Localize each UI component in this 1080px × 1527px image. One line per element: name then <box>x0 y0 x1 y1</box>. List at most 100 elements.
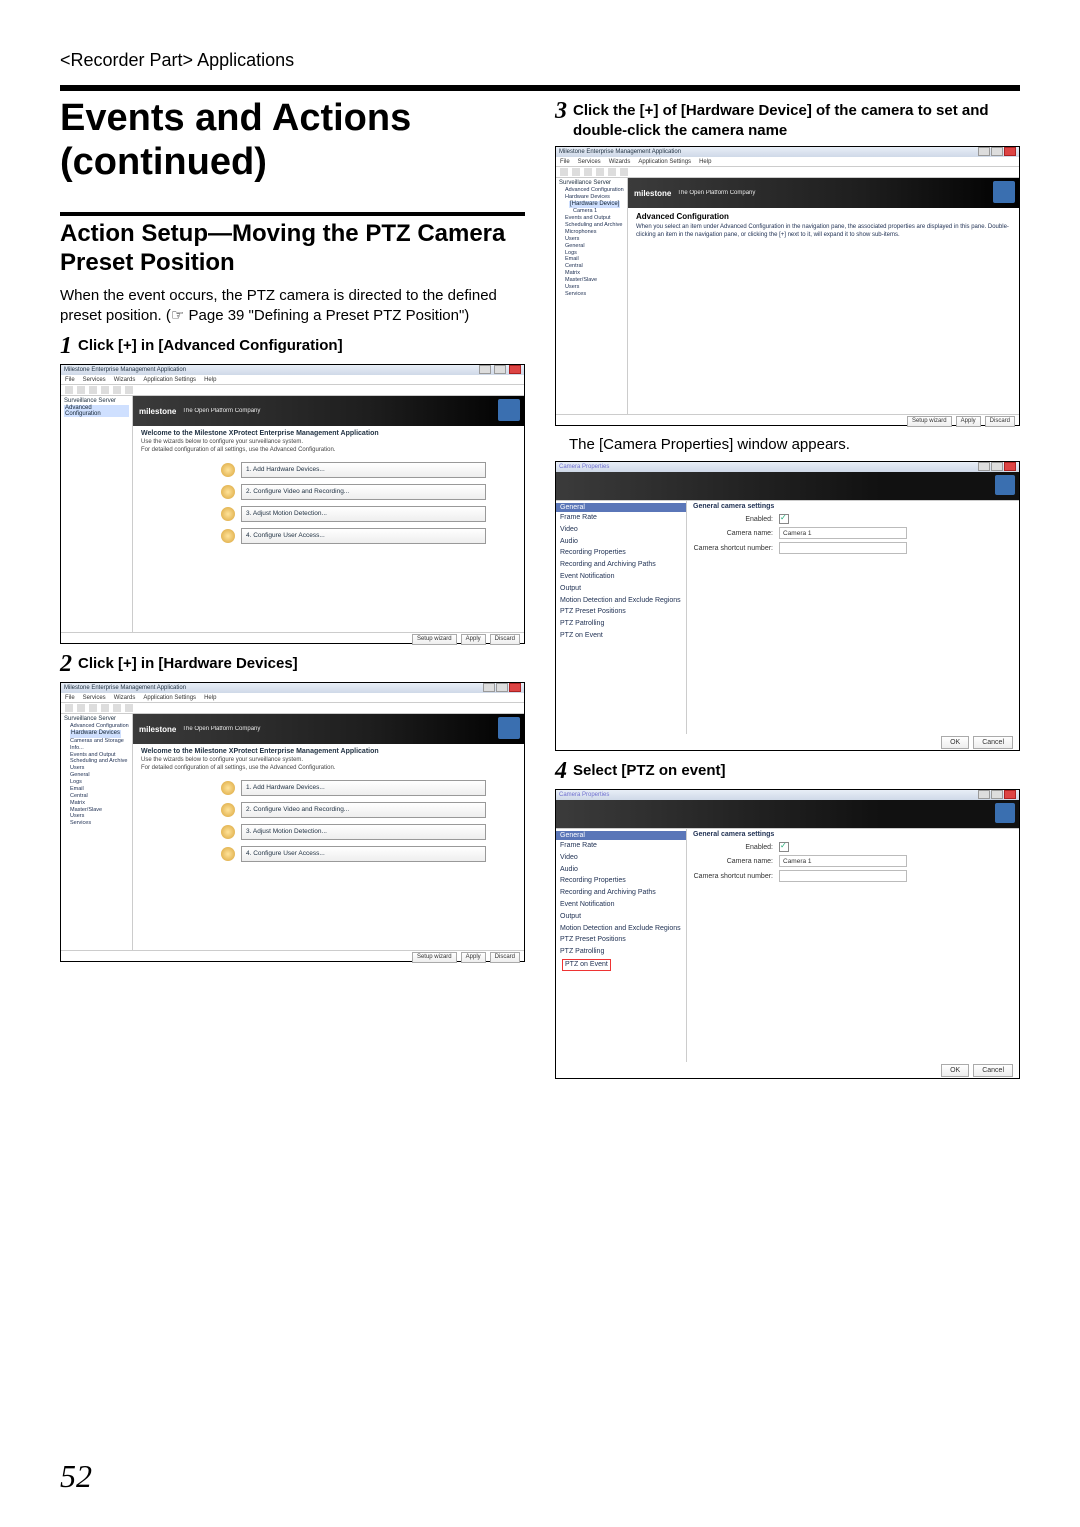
menu-services[interactable]: Services <box>83 695 106 701</box>
user-access-button[interactable]: 4. Configure User Access... <box>241 846 486 862</box>
nav-item[interactable]: Recording and Archiving Paths <box>556 887 686 899</box>
tree-item[interactable]: Events and Output <box>70 752 129 759</box>
camera-name-input[interactable]: Camera 1 <box>779 527 907 539</box>
tree-item[interactable]: Users <box>70 813 129 820</box>
close-icon[interactable] <box>509 365 521 374</box>
toolbar-icon[interactable] <box>113 704 121 712</box>
nav-item[interactable]: Event Notification <box>556 899 686 911</box>
nav-item[interactable]: Frame Rate <box>556 840 686 852</box>
toolbar-icon[interactable] <box>65 386 73 394</box>
minimize-icon[interactable] <box>978 790 990 799</box>
maximize-icon[interactable] <box>496 683 508 692</box>
close-icon[interactable] <box>1004 790 1016 799</box>
add-hardware-button[interactable]: 1. Add Hardware Devices... <box>241 462 486 478</box>
tree-item[interactable]: General <box>565 243 624 250</box>
tree-item[interactable]: Email <box>565 256 624 263</box>
menu-appsettings[interactable]: Application Settings <box>638 159 691 165</box>
config-video-button[interactable]: 2. Configure Video and Recording... <box>241 484 486 500</box>
toolbar-icon[interactable] <box>89 386 97 394</box>
tree-root[interactable]: Surveillance Server <box>64 716 129 722</box>
shortcut-input[interactable] <box>779 870 907 882</box>
toolbar-icon[interactable] <box>77 386 85 394</box>
menu-appsettings[interactable]: Application Settings <box>143 377 196 383</box>
tree-item[interactable]: Master/Slave <box>70 807 129 814</box>
tree-item[interactable]: Events and Output <box>565 215 624 222</box>
menu-help[interactable]: Help <box>699 159 711 165</box>
nav-item-ptz-on-event[interactable]: PTZ on Event <box>556 630 686 642</box>
tree-item[interactable]: Users <box>565 236 624 243</box>
discard-button[interactable]: Discard <box>490 634 520 645</box>
menu-wizards[interactable]: Wizards <box>114 695 136 701</box>
toolbar-icon[interactable] <box>620 168 628 176</box>
tree-item-advanced-config[interactable]: Advanced Configuration <box>64 405 129 417</box>
apply-button[interactable]: Apply <box>956 416 981 427</box>
nav-item[interactable]: Motion Detection and Exclude Regions <box>556 595 686 607</box>
minimize-icon[interactable] <box>483 683 495 692</box>
add-hardware-button[interactable]: 1. Add Hardware Devices... <box>241 780 486 796</box>
tree-item[interactable]: Users <box>70 765 129 772</box>
tree-item[interactable]: Microphones <box>565 229 624 236</box>
ok-button[interactable]: OK <box>941 736 969 749</box>
tree-item-advanced-config[interactable]: Advanced Configuration <box>565 187 624 194</box>
nav-item-general[interactable]: General <box>556 831 686 840</box>
nav-item[interactable]: Frame Rate <box>556 512 686 524</box>
nav-item[interactable]: Recording Properties <box>556 547 686 559</box>
menu-wizards[interactable]: Wizards <box>609 159 631 165</box>
toolbar-icon[interactable] <box>101 386 109 394</box>
nav-item[interactable]: Audio <box>556 536 686 548</box>
minimize-icon[interactable] <box>978 462 990 471</box>
menu-appsettings[interactable]: Application Settings <box>143 695 196 701</box>
tree-item-hardware-devices[interactable]: Hardware Devices <box>70 730 121 738</box>
enabled-checkbox[interactable] <box>779 842 789 852</box>
tree-item[interactable]: Central <box>565 263 624 270</box>
nav-tree[interactable]: Surveillance Server Advanced Configurati… <box>61 396 133 632</box>
maximize-icon[interactable] <box>991 790 1003 799</box>
nav-item-general[interactable]: General <box>556 503 686 512</box>
maximize-icon[interactable] <box>991 462 1003 471</box>
tree-item[interactable]: Matrix <box>70 800 129 807</box>
tree-item[interactable]: Logs <box>70 779 129 786</box>
close-icon[interactable] <box>1004 462 1016 471</box>
toolbar-icon[interactable] <box>125 386 133 394</box>
tree-item-hardware-devices[interactable]: Hardware Devices <box>565 194 624 201</box>
nav-item[interactable]: Output <box>556 583 686 595</box>
tree-item[interactable]: Email <box>70 786 129 793</box>
config-video-button[interactable]: 2. Configure Video and Recording... <box>241 802 486 818</box>
tree-item-camera[interactable]: Camera 1 <box>573 208 624 215</box>
toolbar-icon[interactable] <box>77 704 85 712</box>
tree-item[interactable]: Central <box>70 793 129 800</box>
menu-services[interactable]: Services <box>578 159 601 165</box>
toolbar-icon[interactable] <box>572 168 580 176</box>
tree-item[interactable]: Matrix <box>565 270 624 277</box>
nav-item[interactable]: Recording and Archiving Paths <box>556 559 686 571</box>
minimize-icon[interactable] <box>978 147 990 156</box>
nav-tree[interactable]: Surveillance Server Advanced Configurati… <box>556 178 628 414</box>
enabled-checkbox[interactable] <box>779 514 789 524</box>
shortcut-input[interactable] <box>779 542 907 554</box>
cancel-button[interactable]: Cancel <box>973 1064 1013 1077</box>
maximize-icon[interactable] <box>494 365 506 374</box>
user-access-button[interactable]: 4. Configure User Access... <box>241 528 486 544</box>
menu-wizards[interactable]: Wizards <box>114 377 136 383</box>
toolbar-icon[interactable] <box>65 704 73 712</box>
nav-item[interactable]: Video <box>556 524 686 536</box>
nav-item[interactable]: PTZ Preset Positions <box>556 934 686 946</box>
tree-root[interactable]: Surveillance Server <box>64 398 129 404</box>
tree-item-hardware-device[interactable]: [Hardware Device] <box>569 201 620 209</box>
tree-item[interactable]: Cameras and Storage Info... <box>70 738 129 752</box>
nav-item[interactable]: Event Notification <box>556 571 686 583</box>
toolbar-icon[interactable] <box>608 168 616 176</box>
tree-item[interactable]: Logs <box>565 250 624 257</box>
close-icon[interactable] <box>1004 147 1016 156</box>
properties-nav[interactable]: General Frame Rate Video Audio Recording… <box>556 829 687 1062</box>
tree-item[interactable]: Services <box>565 291 624 298</box>
tree-item-advanced-config[interactable]: Advanced Configuration <box>70 723 129 730</box>
toolbar-icon[interactable] <box>101 704 109 712</box>
tree-root[interactable]: Surveillance Server <box>559 180 624 186</box>
apply-button[interactable]: Apply <box>461 634 486 645</box>
tree-item[interactable]: Services <box>70 820 129 827</box>
ok-button[interactable]: OK <box>941 1064 969 1077</box>
nav-item[interactable]: Audio <box>556 864 686 876</box>
tree-item[interactable]: General <box>70 772 129 779</box>
motion-detection-button[interactable]: 3. Adjust Motion Detection... <box>241 506 486 522</box>
